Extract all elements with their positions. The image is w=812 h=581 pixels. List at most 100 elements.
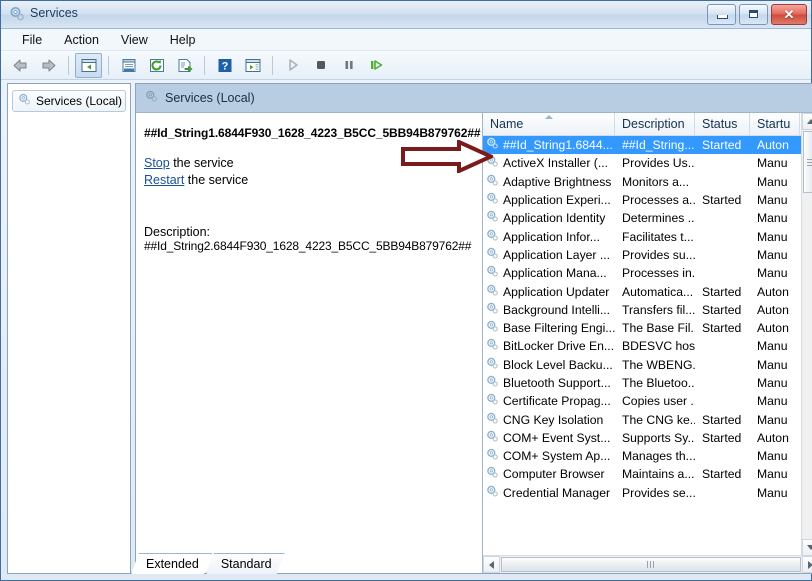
service-cell-startup: Auton (750, 321, 800, 335)
export-list-button[interactable] (171, 53, 198, 78)
forward-button[interactable] (35, 53, 62, 78)
svg-text:?: ? (221, 60, 228, 72)
service-cell-text: Maintains a... (622, 467, 695, 482)
service-cell-description: Determines ... (615, 211, 695, 225)
service-row[interactable]: BitLocker Drive En... BDESVC hos... Manu (483, 337, 812, 355)
properties-button[interactable] (115, 53, 142, 78)
pause-service-button[interactable] (335, 53, 362, 78)
help-button[interactable]: ? (211, 53, 238, 78)
service-cell-text: The Base Fil... (622, 321, 695, 336)
refresh-button[interactable] (143, 53, 170, 78)
window-title: Services (30, 6, 78, 20)
service-cell-text: Provides se... (622, 485, 695, 500)
service-cell-status: Started (695, 285, 750, 299)
service-row[interactable]: CNG Key Isolation The CNG ke... Started Man… (483, 410, 812, 428)
service-row[interactable]: Base Filtering Engi... The Base Fil... Sta… (483, 319, 812, 337)
restart-service-button[interactable] (363, 53, 390, 78)
service-row[interactable]: Application Mana... Processes in... Manu (483, 264, 812, 282)
service-cell-text: Manu (757, 357, 788, 372)
restart-service-link[interactable]: Restart (144, 173, 184, 187)
detail-action-links: Stop the service Restart the service (144, 155, 472, 189)
service-cell-text: Base Filtering Engi... (503, 321, 615, 336)
column-header-label: Name (490, 117, 524, 131)
column-header-startu[interactable]: Startu (750, 113, 800, 135)
service-row[interactable]: Computer Browser Maintains a... Started Man… (483, 465, 812, 483)
maximize-button[interactable] (739, 4, 768, 25)
service-cell-text: ##Id_String... (622, 138, 695, 153)
service-row[interactable]: Certificate Propag... Copies user ... Manu (483, 392, 812, 410)
service-cell-text: Auton (757, 302, 789, 317)
service-cell-name: Adaptive Brightness (483, 174, 615, 190)
service-gear-icon (486, 485, 499, 501)
service-cell-startup: Manu (750, 175, 800, 189)
service-row[interactable]: ##Id_String1.6844... ##Id_String... Starte… (483, 136, 812, 155)
service-gear-icon (486, 338, 499, 354)
stop-service-button[interactable] (307, 53, 334, 78)
service-gear-icon (486, 320, 499, 336)
service-cell-description: The WBENG... (615, 358, 695, 372)
column-header-name[interactable]: Name (483, 113, 615, 135)
service-row[interactable]: Application Infor... Facilitates t... Manu (483, 227, 812, 245)
service-cell-text: Transfers fil... (622, 302, 695, 317)
vertical-scrollbar[interactable] (801, 113, 812, 556)
service-cell-text: ActiveX Installer (... (503, 156, 608, 171)
minimize-button[interactable] (707, 4, 736, 25)
start-service-button[interactable] (279, 53, 306, 78)
service-cell-text: Application Updater (503, 284, 610, 299)
column-header-label: Startu (757, 117, 791, 131)
service-cell-description: Automatica... (615, 285, 695, 299)
menu-view[interactable]: View (110, 31, 159, 49)
column-header-status[interactable]: Status (695, 113, 750, 135)
column-header-description[interactable]: Description (615, 113, 695, 135)
service-cell-text: Started (702, 284, 742, 299)
service-cell-text: Manu (757, 412, 788, 427)
service-gear-icon (486, 412, 499, 428)
service-gear-icon (486, 284, 499, 300)
service-row[interactable]: Block Level Backu... The WBENG... Manu (483, 356, 812, 374)
service-row[interactable]: Application Experi... Processes a... Start… (483, 191, 812, 209)
service-cell-name: Block Level Backu... (483, 357, 615, 373)
service-cell-text: ##Id_String1.6844... (503, 138, 613, 153)
service-cell-text: Facilitates t... (622, 229, 694, 244)
back-button[interactable] (7, 53, 34, 78)
show-hide-console-tree-button[interactable] (75, 52, 102, 78)
service-row[interactable]: COM+ Event Syst... Supports Sy... Started A… (483, 429, 812, 447)
tree-item-services-local[interactable]: Services (Local) (12, 90, 126, 112)
service-cell-text: Manu (757, 156, 788, 171)
vertical-scroll-thumb[interactable] (803, 131, 812, 193)
service-cell-startup: Manu (750, 467, 800, 481)
tab-standard[interactable]: Standard (206, 553, 285, 574)
show-action-pane-button[interactable] (239, 53, 266, 78)
service-row[interactable]: Credential Manager Provides se... Manu (483, 484, 812, 502)
service-row[interactable]: Adaptive Brightness Monitors a... Manu (483, 173, 812, 191)
service-cell-text: Auton (757, 284, 789, 299)
tab-extended[interactable]: Extended (131, 553, 212, 574)
close-button[interactable]: ✕ (771, 4, 807, 25)
service-row[interactable]: Application Identity Determines ... Manu (483, 209, 812, 227)
service-cell-text: The Bluetoo... (622, 376, 695, 390)
service-row[interactable]: Background Intelli... Transfers fil... Sta… (483, 301, 812, 319)
menu-action[interactable]: Action (53, 31, 110, 49)
toolbar-separator (272, 55, 273, 75)
service-cell-status: Started (695, 321, 750, 335)
service-row[interactable]: Application Layer ... Provides su... Manu (483, 246, 812, 264)
service-cell-text: Application Infor... (503, 229, 600, 244)
service-cell-text: Started (702, 138, 742, 153)
service-cell-text: Started (702, 430, 742, 445)
scroll-up-button[interactable] (802, 113, 812, 130)
service-cell-text: Manu (757, 229, 788, 244)
service-cell-text: Copies user ... (622, 394, 695, 409)
service-row[interactable]: Application Updater Automatica... Started A… (483, 282, 812, 300)
service-cell-name: Background Intelli... (483, 302, 615, 318)
menu-help[interactable]: Help (159, 31, 207, 49)
service-cell-text: COM+ Event Syst... (503, 430, 611, 445)
menu-file[interactable]: File (11, 31, 53, 49)
service-cell-description: Copies user ... (615, 394, 695, 408)
service-cell-text: Manu (757, 247, 788, 262)
service-cell-description: Provides se... (615, 486, 695, 500)
stop-service-link[interactable]: Stop (144, 156, 170, 170)
service-row[interactable]: COM+ System Ap... Manages th... Manu (483, 447, 812, 465)
service-row[interactable]: ActiveX Installer (... Provides Us... Manu (483, 154, 812, 172)
service-row[interactable]: Bluetooth Support... The Bluetoo... Manu (483, 374, 812, 392)
service-cell-description: Provides su... (615, 248, 695, 262)
